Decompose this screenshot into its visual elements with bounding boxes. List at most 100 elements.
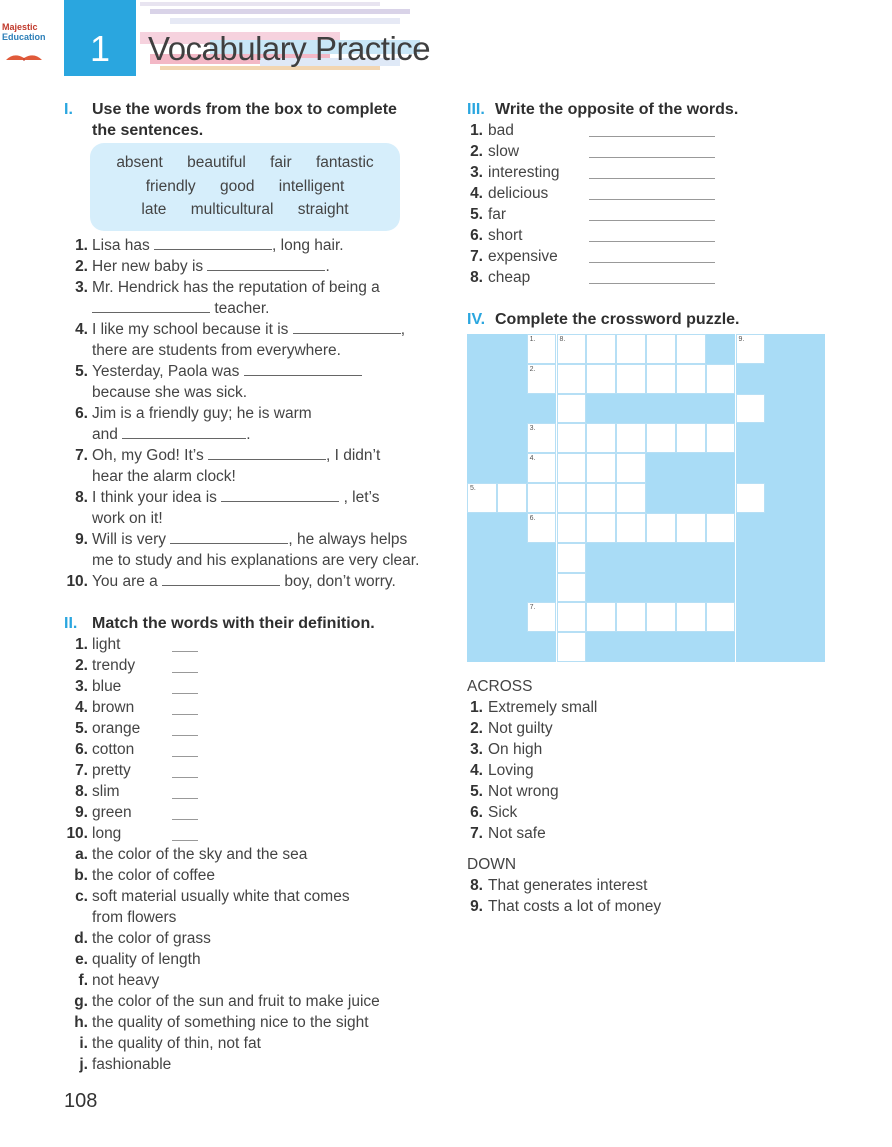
crossword-letter-cell[interactable] — [646, 512, 676, 543]
answer-blank[interactable] — [221, 487, 340, 502]
answer-blank[interactable] — [207, 256, 326, 271]
crossword-letter-cell[interactable] — [556, 393, 587, 424]
crossword-letter-cell[interactable] — [705, 423, 736, 454]
word-box-item: friendly — [145, 177, 196, 195]
word-box-item: intelligent — [278, 177, 345, 195]
opposite-answer-blank[interactable] — [589, 262, 715, 263]
crossword-letter-cell[interactable] — [675, 363, 706, 394]
crossword-letter-cell[interactable] — [586, 363, 617, 394]
opposite-answer-blank[interactable] — [589, 178, 715, 179]
match-answer-blank[interactable] — [172, 777, 198, 778]
match-answer-blank[interactable] — [172, 819, 198, 820]
crossword-letter-cell[interactable]: 4. — [526, 453, 557, 484]
crossword-block-cell — [705, 393, 736, 424]
answer-blank[interactable] — [92, 298, 210, 313]
crossword-letter-cell[interactable] — [705, 512, 736, 543]
crossword-block-cell — [646, 632, 676, 662]
crossword-block-cell — [705, 542, 736, 573]
sentence-8-cont: work on it! — [92, 510, 163, 527]
answer-blank[interactable] — [162, 571, 281, 586]
crossword-letter-cell[interactable] — [496, 483, 527, 513]
crossword-clue-number: 7. — [529, 604, 536, 612]
match-answer-blank[interactable] — [172, 714, 198, 715]
crossword-letter-cell[interactable]: 9. — [735, 334, 766, 364]
crossword-letter-cell[interactable] — [556, 363, 587, 394]
crossword-letter-cell[interactable] — [646, 334, 676, 364]
crossword-letter-cell[interactable] — [616, 453, 646, 484]
crossword-letter-cell[interactable] — [705, 602, 736, 633]
crossword-clue-number: 1. — [529, 336, 536, 343]
answer-blank[interactable] — [243, 361, 362, 376]
crossword-letter-cell[interactable] — [586, 453, 617, 484]
crossword-letter-cell[interactable] — [556, 483, 587, 513]
crossword-block-cell — [496, 334, 527, 364]
crossword-letter-cell[interactable]: 8. — [556, 334, 587, 364]
match-answer-blank[interactable] — [172, 840, 198, 841]
crossword-letter-cell[interactable] — [646, 602, 676, 633]
crossword-block-cell — [467, 393, 497, 424]
answer-blank[interactable] — [208, 445, 327, 460]
crossword-block-cell — [795, 393, 825, 424]
crossword-letter-cell[interactable] — [556, 423, 587, 454]
opposite-answer-blank[interactable] — [589, 157, 715, 158]
answer-blank[interactable] — [292, 319, 401, 334]
crossword-letter-cell[interactable] — [616, 483, 646, 513]
crossword-grid: 1. 8. 9. 2. 3. 4. 5. 6. 7. — [467, 334, 825, 662]
crossword-letter-cell[interactable] — [586, 602, 617, 633]
crossword-block-cell — [795, 453, 825, 484]
match-answer-blank[interactable] — [172, 651, 198, 652]
opposite-answer-blank[interactable] — [589, 220, 715, 221]
opposite-answer-blank[interactable] — [589, 136, 715, 137]
crossword-letter-cell[interactable] — [586, 423, 617, 454]
answer-blank[interactable] — [170, 529, 289, 544]
crossword-letter-cell[interactable] — [556, 512, 587, 543]
crossword-letter-cell[interactable] — [556, 542, 587, 573]
match-answer-blank[interactable] — [172, 672, 198, 673]
crossword-letter-cell[interactable]: 3. — [526, 423, 557, 454]
crossword-letter-cell[interactable] — [646, 363, 676, 394]
crossword-block-cell — [496, 632, 527, 662]
match-answer-blank[interactable] — [172, 798, 198, 799]
section-3-heading: III. Write the opposite of the words. — [467, 101, 739, 118]
opposite-answer-blank[interactable] — [589, 283, 715, 284]
crossword-letter-cell[interactable] — [616, 363, 646, 394]
crossword-block-cell — [496, 363, 527, 394]
crossword-letter-cell[interactable]: 5. — [467, 483, 497, 513]
crossword-letter-cell[interactable] — [586, 483, 617, 513]
crossword-letter-cell[interactable]: 6. — [526, 512, 557, 543]
crossword-letter-cell[interactable] — [616, 512, 646, 543]
answer-blank[interactable] — [122, 424, 247, 439]
crossword-letter-cell[interactable] — [616, 334, 646, 364]
crossword-letter-cell[interactable] — [735, 483, 766, 513]
publisher-logo: Majestic Education — [2, 22, 62, 72]
crossword-letter-cell[interactable]: 1. — [526, 334, 557, 364]
crossword-block-cell — [646, 542, 676, 573]
crossword-letter-cell[interactable] — [586, 334, 617, 364]
crossword-letter-cell[interactable]: 2. — [526, 363, 557, 394]
crossword-letter-cell[interactable] — [675, 423, 706, 454]
crossword-letter-cell[interactable] — [556, 602, 587, 633]
crossword-block-cell — [467, 602, 497, 633]
crossword-letter-cell[interactable] — [675, 512, 706, 543]
crossword-letter-cell[interactable] — [526, 483, 557, 513]
section-4-heading: IV. Complete the crossword puzzle. — [467, 311, 740, 328]
match-answer-blank[interactable] — [172, 756, 198, 757]
crossword-letter-cell[interactable] — [556, 632, 587, 662]
crossword-letter-cell[interactable] — [556, 572, 587, 603]
crossword-letter-cell[interactable]: 7. — [526, 602, 557, 633]
answer-blank[interactable] — [154, 235, 273, 250]
crossword-letter-cell[interactable] — [735, 393, 766, 424]
crossword-letter-cell[interactable] — [646, 423, 676, 454]
crossword-letter-cell[interactable] — [586, 512, 617, 543]
crossword-letter-cell[interactable] — [705, 363, 736, 394]
crossword-letter-cell[interactable] — [675, 334, 706, 364]
opposite-answer-blank[interactable] — [589, 241, 715, 242]
match-answer-blank[interactable] — [172, 735, 198, 736]
crossword-letter-cell[interactable] — [616, 423, 646, 454]
crossword-letter-cell[interactable] — [556, 453, 587, 484]
match-answer-blank[interactable] — [172, 693, 198, 694]
crossword-letter-cell[interactable] — [616, 602, 646, 633]
crossword-letter-cell[interactable] — [675, 602, 706, 633]
crossword-block-cell — [616, 393, 646, 424]
opposite-answer-blank[interactable] — [589, 199, 715, 200]
